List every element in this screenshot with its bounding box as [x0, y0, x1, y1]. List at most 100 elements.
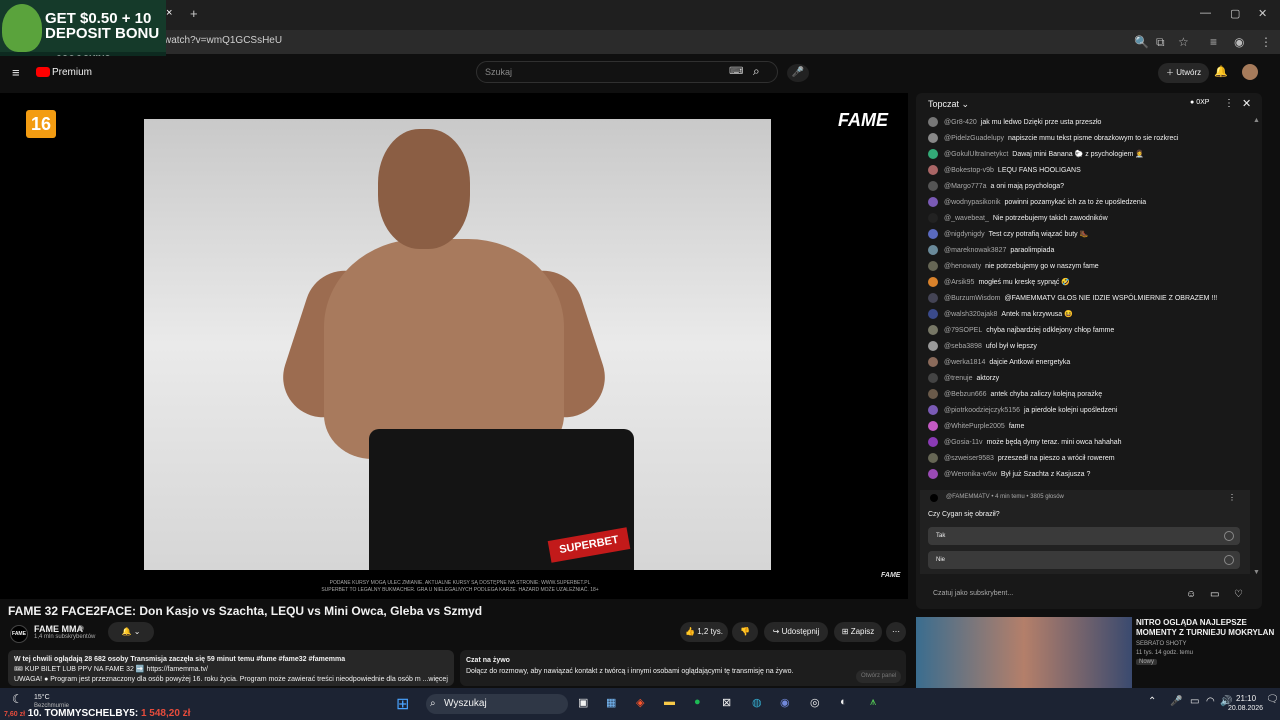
edge-icon[interactable]: ◍ — [752, 696, 762, 709]
share-button[interactable]: ↪ Udostępnij — [764, 622, 828, 642]
chat-message[interactable]: @wodnypasikonik powinni pozamykać ich za … — [928, 195, 1248, 211]
address-bar[interactable]: watch?v=wmQ1GCSsHeU 🔍 ⧉ ☆ ≡ ◉ ⋮ — [0, 30, 1280, 54]
chat-author[interactable]: @PidelzGuadelupy — [944, 135, 1004, 142]
chat-author[interactable]: @seba3898 — [944, 343, 982, 350]
url-text[interactable]: watch?v=wmQ1GCSsHeU — [164, 35, 282, 46]
cast-icon[interactable]: ⧉ — [1156, 35, 1165, 50]
brave-icon[interactable]: ◈ — [636, 696, 644, 709]
poll-menu-icon[interactable]: ⋮ — [1228, 493, 1236, 502]
file-explorer-icon[interactable]: ▬ — [664, 696, 675, 708]
save-button[interactable]: ⊞ Zapisz — [834, 622, 882, 642]
chat-input[interactable]: Czatuj jako subskrybent... — [926, 586, 1256, 602]
chat-message[interactable]: @BurzumWisdom @FAMEMMATV GŁOS NIE IDZIE W… — [928, 291, 1248, 307]
like-button[interactable]: 👍 1,2 tys. — [680, 622, 728, 642]
chat-message[interactable]: @nigdynigdy Test czy potrafią wiązać buty… — [928, 227, 1248, 243]
clock-time[interactable]: 21:10 — [1236, 694, 1256, 703]
recommended-thumbnail[interactable] — [916, 617, 1132, 689]
chat-message[interactable]: @WhitePurple2005 fame — [928, 419, 1248, 435]
chat-message[interactable]: @henowaty nie potrzebujemy go w naszym fa… — [928, 259, 1248, 275]
open-panel-button[interactable]: Otwórz panel — [856, 670, 902, 683]
microphone-icon[interactable]: 🎤 — [787, 64, 809, 82]
video-frame[interactable]: SUPERBET — [144, 119, 771, 570]
chat-message[interactable]: @Gr8-420 jak mu ledwo Dzięki prze usta pr… — [928, 115, 1248, 131]
close-chat-icon[interactable]: ✕ — [1242, 97, 1251, 110]
chat-author[interactable]: @Weronika-w5w — [944, 471, 997, 478]
chat-message[interactable]: @walsh320ajak8 Antek ma krzywusa 😆 — [928, 307, 1248, 323]
chat-author[interactable]: @Gosia-11v — [944, 439, 983, 446]
bookmark-star-icon[interactable]: ☆ — [1178, 35, 1189, 49]
chat-menu-icon[interactable]: ⋮ — [1224, 98, 1234, 109]
scroll-down-icon[interactable]: ▼ — [1253, 569, 1260, 576]
spotify-icon[interactable]: ● — [694, 696, 701, 708]
chat-author[interactable]: @Bebzun666 — [944, 391, 987, 398]
clock-date[interactable]: 20.08.2026 — [1228, 705, 1263, 712]
heart-icon[interactable]: ♡ — [1234, 589, 1243, 600]
channel-name[interactable]: FAME MMA — [34, 624, 83, 634]
task-view-icon[interactable]: ▣ — [578, 696, 588, 709]
xbox-icon[interactable]: ⊠ — [722, 696, 731, 709]
wifi-icon[interactable]: ◠ — [1206, 696, 1215, 707]
browser-menu-icon[interactable]: ⋮ — [1260, 35, 1272, 49]
steam-icon[interactable]: ◎ — [810, 696, 820, 709]
chat-message[interactable]: @mareknowak3827 paraolimpiada — [928, 243, 1248, 259]
chat-author[interactable]: @szweiser9583 — [944, 455, 994, 462]
zoom-icon[interactable]: 🔍 — [1134, 35, 1149, 49]
chat-author[interactable]: @Arsik95 — [944, 279, 974, 286]
taskbar-search[interactable]: ⌕ Wyszukaj — [426, 694, 568, 714]
poll-option-tak[interactable]: Tak — [928, 527, 1240, 545]
chat-author[interactable]: @mareknowak3827 — [944, 247, 1006, 254]
maximize-icon[interactable]: ▢ — [1230, 7, 1240, 20]
chat-message[interactable]: @Gosia-11v może będą dymy teraz. mini owc… — [928, 435, 1248, 451]
chat-author[interactable]: @Margo777a — [944, 183, 987, 190]
chat-mode-dropdown[interactable]: Topczat ⌄ — [928, 99, 969, 110]
chat-message[interactable]: @GokulUltraInetykct Dawaj mini Banana 🐑 z… — [928, 147, 1248, 163]
menu-icon[interactable]: ≡ — [12, 65, 20, 80]
playlist-icon[interactable]: ≡ — [1210, 35, 1217, 49]
points-badge[interactable]: ● 0XP — [1190, 99, 1209, 106]
chat-author[interactable]: @Bokestop-v9b — [944, 167, 994, 174]
ad-close-button[interactable]: × — [166, 7, 172, 19]
channel-avatar[interactable]: FAME — [10, 625, 28, 643]
more-actions-button[interactable]: ⋯ — [886, 622, 906, 642]
chat-author[interactable]: @wodnypasikonik — [944, 199, 1001, 206]
search-icon[interactable]: ⌕ — [753, 64, 760, 79]
premium-label[interactable]: Premium — [52, 67, 92, 78]
description-box[interactable]: W tej chwili oglądają 28 682 osoby Trans… — [8, 650, 454, 686]
chat-author[interactable]: @BurzumWisdom — [944, 295, 1001, 302]
weather-icon[interactable]: ☾ — [12, 692, 23, 706]
dislike-button[interactable]: 👎 — [732, 622, 758, 642]
recommended-title[interactable]: NITRO OGLĄDA NAJLEPSZE MOMENTY Z TURNIEJ… — [1136, 618, 1276, 638]
chat-message[interactable]: @_wavebeat_ Nie potrzebujemy takich zawod… — [928, 211, 1248, 227]
chat-message[interactable]: @PidelzGuadelupy napiszcie mmu tekst pism… — [928, 131, 1248, 147]
chat-message[interactable]: @trenuje aktorzy — [928, 371, 1248, 387]
poll-option-nie[interactable]: Nie — [928, 551, 1240, 569]
windows-start-icon[interactable]: ⊞ — [396, 694, 409, 714]
chat-message[interactable]: @werka1814 dajcie Antkowi energetyka — [928, 355, 1248, 371]
chat-message[interactable]: @seba3898 ufol był w łepszy — [928, 339, 1248, 355]
notification-center-icon[interactable]: 🗨 — [1266, 694, 1279, 705]
chat-author[interactable]: @_wavebeat_ — [944, 215, 989, 222]
chat-message[interactable]: @Bebzun666 antek chyba zaliczy kolejną po… — [928, 387, 1248, 403]
chat-message[interactable]: @piotrkoodziejczyk5156 ja pierdole kolejn… — [928, 403, 1248, 419]
youtube-logo-icon[interactable] — [36, 67, 50, 77]
chat-author[interactable]: @piotrkoodziejczyk5156 — [944, 407, 1020, 414]
tray-expand-icon[interactable]: ⌃ — [1148, 696, 1156, 707]
chat-message[interactable]: @Arsik95 mogłeś mu kreskę sypnąć 🤣 — [928, 275, 1248, 291]
chat-author[interactable]: @trenuje — [944, 375, 973, 382]
keyboard-icon[interactable]: ⌨ — [729, 66, 743, 77]
chat-author[interactable]: @werka1814 — [944, 359, 985, 366]
emoji-icon[interactable]: ☺ — [1186, 589, 1196, 600]
chat-message[interactable]: @Margo777a a oni mają psychologa? — [928, 179, 1248, 195]
chat-message[interactable]: @Bokestop-v9b LEQU FANS HOOLIGANS — [928, 163, 1248, 179]
minimize-icon[interactable]: — — [1200, 7, 1211, 19]
notification-bell-button[interactable]: 🔔 ⌄ — [108, 622, 154, 642]
chat-author[interactable]: @henowaty — [944, 263, 981, 270]
chrome-icon[interactable]: ◐ — [840, 696, 847, 708]
chat-author[interactable]: @nigdynigdy — [944, 231, 985, 238]
discord-icon[interactable]: ◉ — [780, 696, 790, 709]
chat-author[interactable]: @79SOPEL — [944, 327, 982, 334]
chat-message[interactable]: @szweiser9583 przeszedł na pieszo a wróci… — [928, 451, 1248, 467]
close-window-icon[interactable]: ✕ — [1258, 7, 1267, 20]
new-tab-button[interactable]: + — [190, 6, 198, 21]
display-tray-icon[interactable]: ▭ — [1190, 696, 1199, 707]
